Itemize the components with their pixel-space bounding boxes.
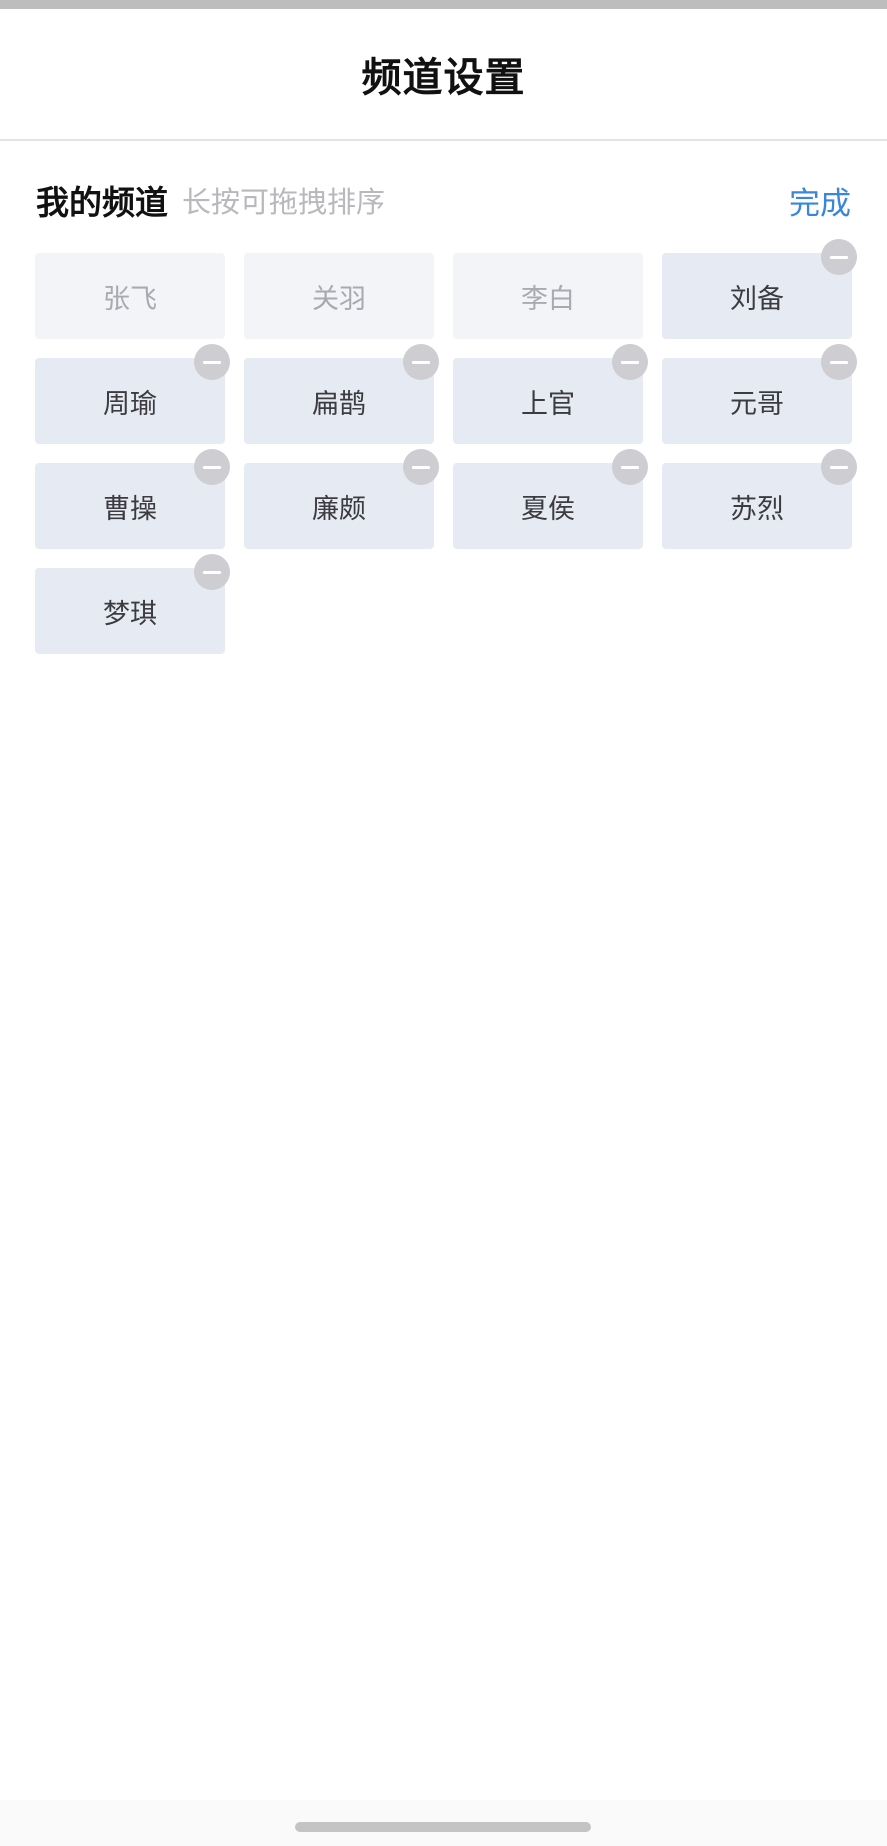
channel-label: 扁鹊 bbox=[312, 388, 366, 420]
channel-tile[interactable]: 元哥 bbox=[662, 344, 857, 444]
minus-icon bbox=[412, 360, 430, 364]
channel-label: 梦琪 bbox=[103, 598, 157, 630]
minus-icon bbox=[621, 360, 639, 364]
drag-sort-hint: 长按可拖拽排序 bbox=[182, 185, 386, 219]
channel-label: 苏烈 bbox=[730, 493, 784, 525]
channel-label: 周瑜 bbox=[103, 388, 157, 420]
minus-icon bbox=[830, 360, 848, 364]
minus-icon bbox=[621, 465, 639, 469]
remove-channel-icon[interactable] bbox=[403, 344, 439, 380]
channel-label: 上官 bbox=[521, 388, 575, 420]
status-bar-strip bbox=[0, 0, 887, 9]
minus-icon bbox=[830, 255, 848, 259]
channel-settings-page: 频道设置 我的频道 长按可拖拽排序 完成 张飞 关羽 李白 刘备周瑜 扁鹊 上官 元哥曹操 廉… bbox=[0, 0, 887, 1846]
remove-channel-icon[interactable] bbox=[194, 554, 230, 590]
channel-tile[interactable]: 上官 bbox=[453, 344, 648, 444]
channel-label: 曹操 bbox=[103, 493, 157, 525]
minus-icon bbox=[412, 465, 430, 469]
channel-label: 刘备 bbox=[730, 283, 784, 315]
remove-channel-icon[interactable] bbox=[612, 344, 648, 380]
remove-channel-icon[interactable] bbox=[821, 344, 857, 380]
channel-label: 李白 bbox=[521, 283, 575, 315]
channel-label: 廉颇 bbox=[312, 493, 366, 525]
channel-label: 张飞 bbox=[103, 283, 157, 315]
channel-tile[interactable]: 曹操 bbox=[35, 449, 230, 549]
channel-tile[interactable]: 周瑜 bbox=[35, 344, 230, 444]
channel-tile[interactable]: 苏烈 bbox=[662, 449, 857, 549]
remove-channel-icon[interactable] bbox=[821, 239, 857, 275]
home-indicator[interactable] bbox=[295, 1822, 591, 1832]
channel-tile[interactable]: 李白 bbox=[453, 253, 643, 339]
channel-tile[interactable]: 夏侯 bbox=[453, 449, 648, 549]
nav-bar: 频道设置 bbox=[0, 9, 887, 141]
remove-channel-icon[interactable] bbox=[194, 449, 230, 485]
remove-channel-icon[interactable] bbox=[403, 449, 439, 485]
remove-channel-icon[interactable] bbox=[612, 449, 648, 485]
channel-tile[interactable]: 关羽 bbox=[244, 253, 434, 339]
channel-tile[interactable]: 扁鹊 bbox=[244, 344, 439, 444]
remove-channel-icon[interactable] bbox=[194, 344, 230, 380]
channel-label: 关羽 bbox=[312, 283, 366, 315]
channel-grid: 张飞 关羽 李白 刘备周瑜 扁鹊 上官 元哥曹操 廉颇 夏侯 苏烈梦琪 bbox=[35, 239, 857, 654]
done-button[interactable]: 完成 bbox=[789, 174, 851, 227]
channel-label: 元哥 bbox=[730, 388, 784, 420]
channel-tile[interactable]: 张飞 bbox=[35, 253, 225, 339]
channel-tile[interactable]: 廉颇 bbox=[244, 449, 439, 549]
my-channels-header: 我的频道 长按可拖拽排序 完成 bbox=[36, 172, 851, 228]
minus-icon bbox=[203, 465, 221, 469]
minus-icon bbox=[203, 360, 221, 364]
page-title: 频道设置 bbox=[361, 55, 526, 101]
minus-icon bbox=[830, 465, 848, 469]
minus-icon bbox=[203, 570, 221, 574]
channel-label: 夏侯 bbox=[521, 493, 575, 525]
channel-tile[interactable]: 刘备 bbox=[662, 239, 857, 339]
channel-tile[interactable]: 梦琪 bbox=[35, 554, 230, 654]
remove-channel-icon[interactable] bbox=[821, 449, 857, 485]
section-title: 我的频道 bbox=[36, 183, 168, 222]
